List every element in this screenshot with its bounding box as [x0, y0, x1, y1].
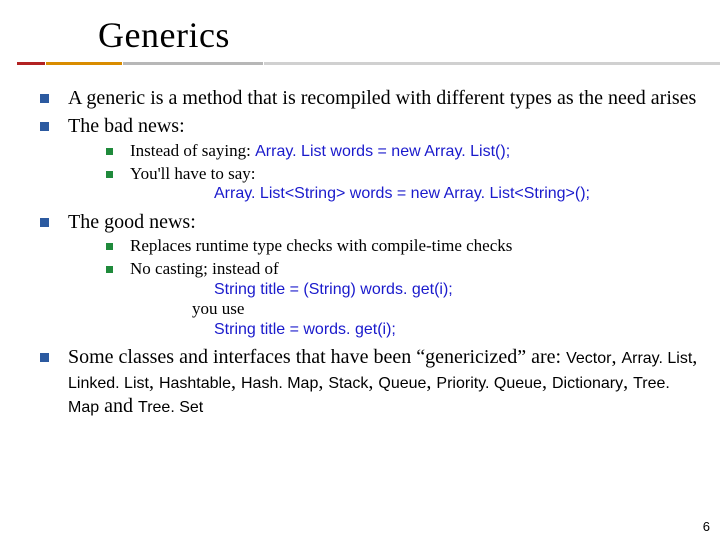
- sub-text: No casting; instead of: [130, 259, 279, 278]
- sub-bullet-compile-time: Replaces runtime type checks with compil…: [68, 236, 702, 257]
- sub-text: Instead of saying:: [130, 141, 255, 160]
- class-name: Queue: [378, 375, 426, 392]
- page-number: 6: [703, 519, 710, 534]
- code-text: String title = (String) words. get(i);: [130, 280, 702, 300]
- class-name: Linked. List: [68, 375, 149, 392]
- title-underline: [0, 62, 720, 66]
- bullet-text: Some classes and interfaces that have be…: [68, 346, 566, 368]
- sub-list: Replaces runtime type checks with compil…: [68, 236, 702, 339]
- slide-body: A generic is a method that is recompiled…: [34, 86, 702, 423]
- slide-title: Generics: [98, 14, 230, 56]
- sub-text: you use: [130, 299, 702, 320]
- slide: Generics A generic is a method that is r…: [0, 0, 720, 540]
- bullet-bad-news: The bad news: Instead of saying: Array. …: [34, 114, 702, 203]
- bullet-text: A generic is a method that is recompiled…: [68, 87, 696, 109]
- class-name: Array. List: [621, 350, 692, 367]
- bullet-list: A generic is a method that is recompiled…: [34, 86, 702, 419]
- sub-bullet-have-to-say: You'll have to say: Array. List<String> …: [68, 164, 702, 204]
- class-name: Hashtable: [159, 375, 231, 392]
- bullet-good-news: The good news: Replaces runtime type che…: [34, 210, 702, 340]
- class-name: Priority. Queue: [436, 375, 542, 392]
- bullet-text: The good news:: [68, 211, 196, 233]
- class-name: Tree. Set: [138, 399, 203, 416]
- bullet-genericized-classes: Some classes and interfaces that have be…: [34, 345, 702, 418]
- code-text: Array. List<String> words = new Array. L…: [130, 184, 702, 204]
- sub-list: Instead of saying: Array. List words = n…: [68, 141, 702, 204]
- class-name: Vector: [566, 350, 611, 367]
- sub-text: You'll have to say:: [130, 164, 256, 183]
- sub-bullet-instead: Instead of saying: Array. List words = n…: [68, 141, 702, 162]
- class-name: Hash. Map: [241, 375, 318, 392]
- bullet-generic-def: A generic is a method that is recompiled…: [34, 86, 702, 110]
- code-text: Array. List words = new Array. List();: [255, 143, 510, 160]
- class-name: Stack: [328, 375, 368, 392]
- sub-bullet-no-casting: No casting; instead of String title = (S…: [68, 259, 702, 340]
- sub-text: Replaces runtime type checks with compil…: [130, 236, 512, 255]
- bullet-text: The bad news:: [68, 115, 185, 137]
- class-name: Dictionary: [552, 375, 623, 392]
- title-wrap: Generics: [98, 14, 230, 56]
- code-text: String title = words. get(i);: [130, 320, 702, 340]
